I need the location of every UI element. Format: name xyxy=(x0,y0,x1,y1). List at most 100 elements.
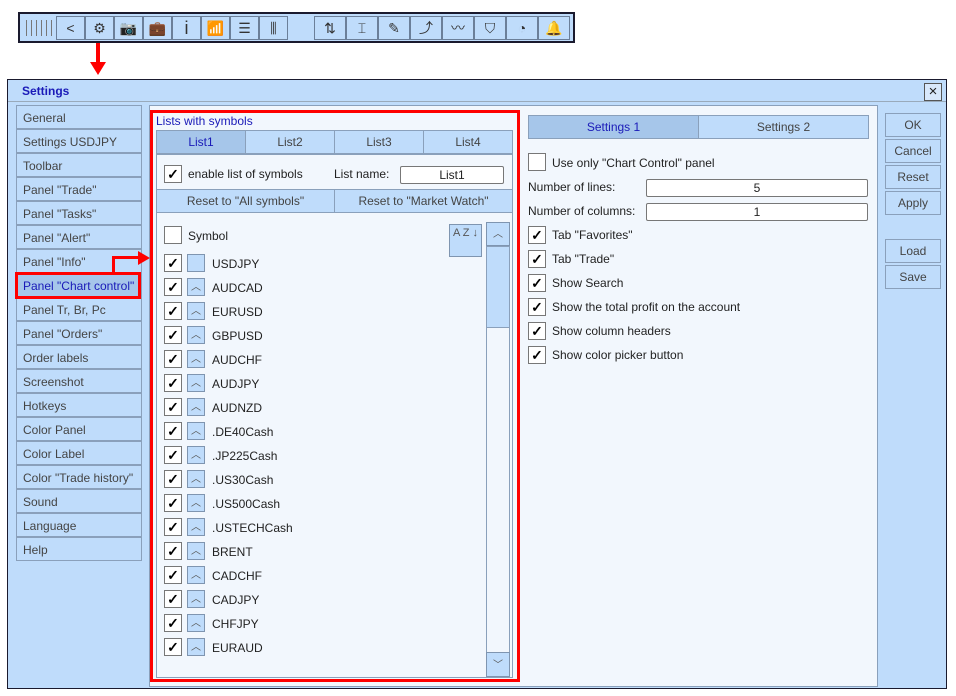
reset-market-watch-button[interactable]: Reset to "Market Watch" xyxy=(334,189,513,213)
sidebar-item[interactable]: Panel Tr, Br, Pc xyxy=(16,297,142,321)
move-up-icon[interactable]: ︿ xyxy=(187,614,205,632)
gear-button[interactable]: ⚙ xyxy=(85,16,114,40)
symbol-checkbox[interactable]: ✓ xyxy=(164,566,182,584)
scroll-down-icon[interactable]: ﹀ xyxy=(486,652,510,677)
symbol-checkbox[interactable]: ✓ xyxy=(164,374,182,392)
reset-all-symbols-button[interactable]: Reset to "All symbols" xyxy=(156,189,335,213)
signal-bars-button[interactable]: 📶 xyxy=(201,16,230,40)
move-up-icon[interactable]: ︿ xyxy=(187,518,205,536)
sidebar-item[interactable]: General xyxy=(16,105,142,129)
sidebar-item[interactable]: Color "Trade history" xyxy=(16,465,142,489)
sidebar-item[interactable]: Order labels xyxy=(16,345,142,369)
symbol-checkbox[interactable]: ✓ xyxy=(164,446,182,464)
move-up-icon[interactable]: ︿ xyxy=(187,494,205,512)
symbol-checkbox[interactable]: ✓ xyxy=(164,542,182,560)
symbol-checkbox[interactable]: ✓ xyxy=(164,350,182,368)
load-button[interactable]: Load xyxy=(885,239,941,263)
sort-arrows-button[interactable]: ⇅ xyxy=(314,16,346,40)
cancel-button[interactable]: Cancel xyxy=(885,139,941,163)
tab-list4[interactable]: List4 xyxy=(423,130,513,154)
option-checkbox[interactable]: ✓ xyxy=(528,322,546,340)
tab-list1[interactable]: List1 xyxy=(156,130,246,154)
level-line-button[interactable]: ⌶ xyxy=(346,16,378,40)
symbol-checkbox[interactable]: ✓ xyxy=(164,398,182,416)
sidebar-item[interactable]: Panel "Trade" xyxy=(16,177,142,201)
scroll-up-icon[interactable]: ︿ xyxy=(486,222,510,246)
move-up-icon[interactable]: ︿ xyxy=(187,446,205,464)
enable-list-checkbox[interactable]: ✓ xyxy=(164,165,182,183)
tab-list3[interactable]: List3 xyxy=(334,130,424,154)
sort-az-button[interactable]: A Z ↓ xyxy=(449,224,482,257)
move-up-icon[interactable]: ︿ xyxy=(187,542,205,560)
shield-button[interactable]: ⛉ xyxy=(474,16,506,40)
move-up-icon[interactable]: ︿ xyxy=(187,566,205,584)
color-swatch[interactable] xyxy=(187,254,205,272)
symbol-checkbox[interactable]: ✓ xyxy=(164,326,182,344)
sidebar-item[interactable]: Panel "Info" xyxy=(16,249,142,273)
trend-up-button[interactable]: ⤴ xyxy=(410,16,442,40)
move-up-icon[interactable]: ︿ xyxy=(187,470,205,488)
tab-list2[interactable]: List2 xyxy=(245,130,335,154)
move-up-icon[interactable]: ︿ xyxy=(187,638,205,656)
sidebar-item[interactable]: Toolbar xyxy=(16,153,142,177)
symbol-checkbox[interactable]: ✓ xyxy=(164,254,182,272)
scroll-thumb[interactable] xyxy=(486,246,510,328)
move-up-icon[interactable]: ︿ xyxy=(187,326,205,344)
move-up-icon[interactable]: ︿ xyxy=(187,422,205,440)
move-up-icon[interactable]: ︿ xyxy=(187,350,205,368)
symbol-checkbox[interactable]: ✓ xyxy=(164,302,182,320)
columns-input[interactable]: 1 xyxy=(646,203,868,221)
chevron-left-button[interactable]: < xyxy=(56,16,85,40)
move-up-icon[interactable]: ︿ xyxy=(187,374,205,392)
edit-document-button[interactable]: ✎ xyxy=(378,16,410,40)
sidebar-item[interactable]: Panel "Alert" xyxy=(16,225,142,249)
option-checkbox[interactable]: ✓ xyxy=(528,250,546,268)
list-button[interactable]: ☰ xyxy=(230,16,259,40)
sidebar-item[interactable]: Color Panel xyxy=(16,417,142,441)
symbol-checkbox[interactable]: ✓ xyxy=(164,590,182,608)
symbol-checkbox[interactable]: ✓ xyxy=(164,638,182,656)
select-all-checkbox[interactable] xyxy=(164,226,182,244)
camera-button[interactable]: 📷 xyxy=(114,16,143,40)
option-checkbox[interactable]: ✓ xyxy=(528,274,546,292)
symbol-checkbox[interactable]: ✓ xyxy=(164,494,182,512)
option-checkbox[interactable]: ✓ xyxy=(528,346,546,364)
bell-button[interactable]: 🔔 xyxy=(538,16,570,40)
move-up-icon[interactable]: ︿ xyxy=(187,278,205,296)
tab-settings-1[interactable]: Settings 1 xyxy=(528,115,699,139)
briefcase-button[interactable]: 💼 xyxy=(143,16,172,40)
symbol-checkbox[interactable]: ✓ xyxy=(164,278,182,296)
candlestick-button[interactable]: ⫼ xyxy=(259,16,288,40)
sidebar-item[interactable]: Hotkeys xyxy=(16,393,142,417)
symbol-checkbox[interactable]: ✓ xyxy=(164,518,182,536)
sidebar-item[interactable]: Language xyxy=(16,513,142,537)
save-button[interactable]: Save xyxy=(885,265,941,289)
move-up-icon[interactable]: ︿ xyxy=(187,590,205,608)
move-up-icon[interactable]: ︿ xyxy=(187,302,205,320)
sidebar-item[interactable]: Panel "Orders" xyxy=(16,321,142,345)
option-checkbox[interactable]: ✓ xyxy=(528,226,546,244)
toolbar-grip[interactable] xyxy=(26,20,52,36)
option-checkbox[interactable]: ✓ xyxy=(528,298,546,316)
chart-trend-button[interactable]: 〰 xyxy=(442,16,474,40)
sidebar-item[interactable]: Settings USDJPY xyxy=(16,129,142,153)
lines-input[interactable]: 5 xyxy=(646,179,868,197)
symbol-checkbox[interactable]: ✓ xyxy=(164,422,182,440)
use-only-chart-control-checkbox[interactable] xyxy=(528,153,546,171)
info-button[interactable]: i xyxy=(172,16,201,40)
symbol-checkbox[interactable]: ✓ xyxy=(164,614,182,632)
ok-button[interactable]: OK xyxy=(885,113,941,137)
sidebar-item[interactable]: Help xyxy=(16,537,142,561)
list-name-input[interactable]: List1 xyxy=(400,166,504,184)
symbol-checkbox[interactable]: ✓ xyxy=(164,470,182,488)
reset-button[interactable]: Reset xyxy=(885,165,941,189)
sidebar-item[interactable]: Screenshot xyxy=(16,369,142,393)
sidebar-item[interactable]: Panel "Tasks" xyxy=(16,201,142,225)
apply-button[interactable]: Apply xyxy=(885,191,941,215)
tab-settings-2[interactable]: Settings 2 xyxy=(698,115,869,139)
pie-chart-button[interactable]: ◔ xyxy=(506,16,538,40)
sidebar-item[interactable]: Sound xyxy=(16,489,142,513)
close-button[interactable]: × xyxy=(924,83,942,101)
sidebar-item[interactable]: Color Label xyxy=(16,441,142,465)
move-up-icon[interactable]: ︿ xyxy=(187,398,205,416)
